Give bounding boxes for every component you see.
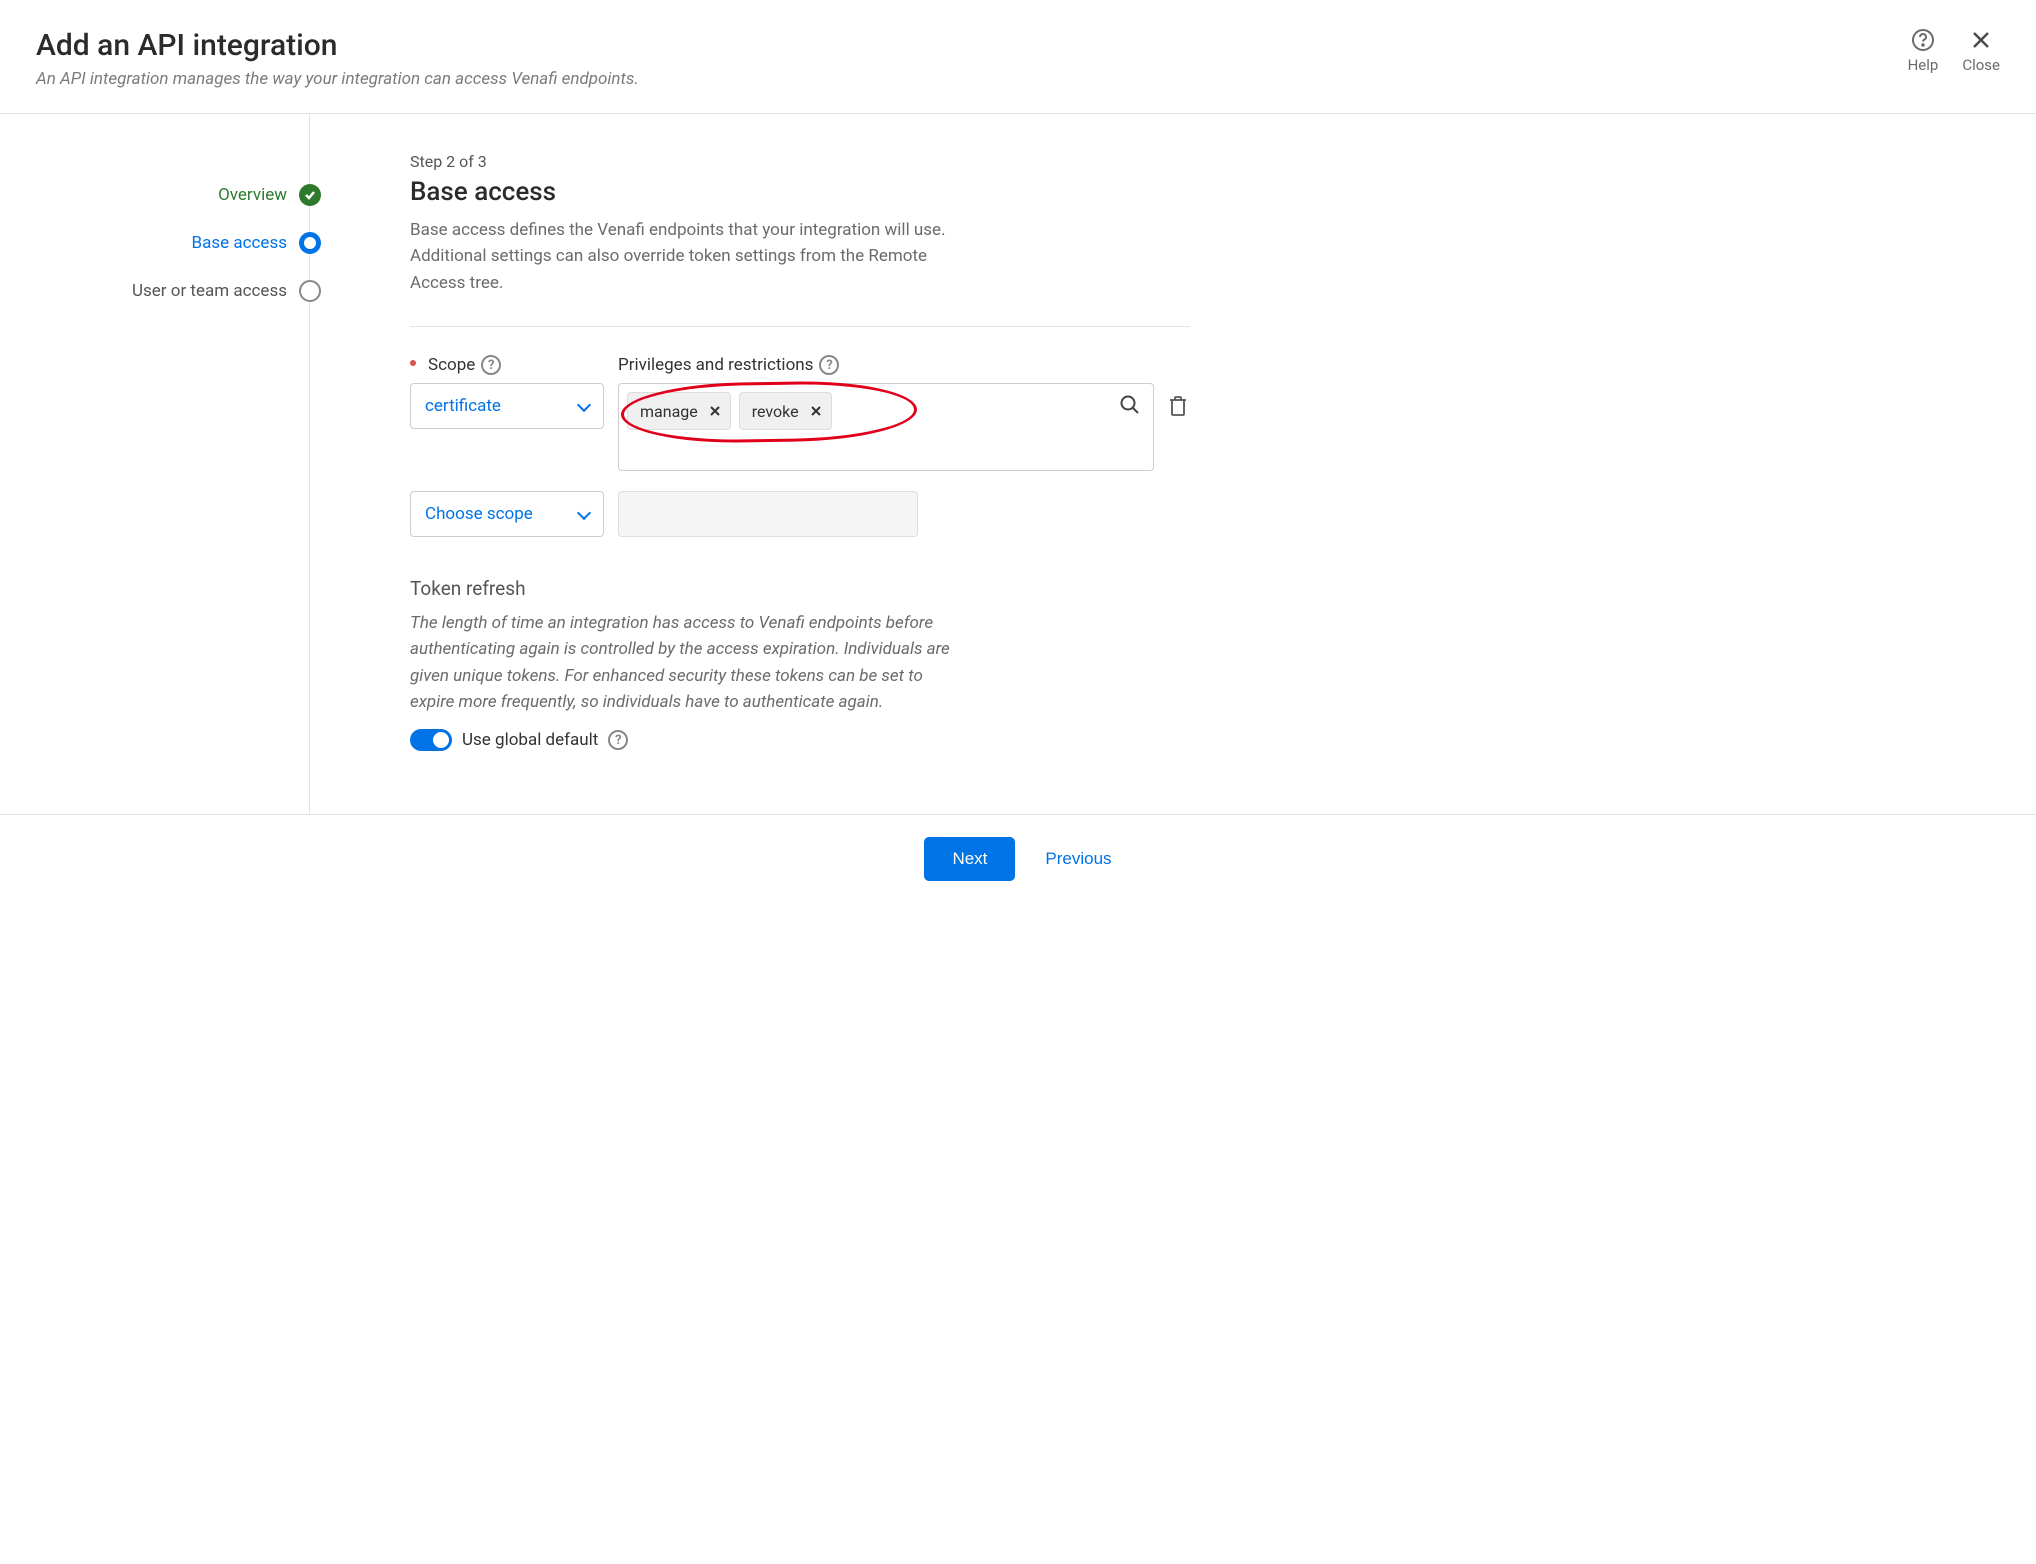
- page-subtitle: An API integration manages the way your …: [36, 69, 639, 89]
- field-labels-row: Scope ? Privileges and restrictions ?: [410, 355, 1190, 375]
- header-title-area: Add an API integration An API integratio…: [36, 28, 639, 89]
- section-description: Base access defines the Venafi endpoints…: [410, 217, 950, 296]
- scope-value: Choose scope: [425, 504, 533, 524]
- privileges-input-disabled: [618, 491, 918, 537]
- tag-remove-icon[interactable]: [708, 404, 722, 418]
- chevron-down-icon: [577, 400, 589, 412]
- privileges-input[interactable]: manage revoke: [618, 383, 1154, 471]
- tag-revoke: revoke: [739, 392, 832, 430]
- scope-help-icon[interactable]: ?: [481, 355, 501, 375]
- close-icon: [1969, 28, 1993, 52]
- privileges-help-icon[interactable]: ?: [819, 355, 839, 375]
- scope-row: Choose scope: [410, 491, 1190, 537]
- main-content: Step 2 of 3 Base access Base access defi…: [310, 114, 1190, 814]
- scope-label-group: Scope ?: [410, 355, 604, 375]
- scope-select[interactable]: certificate: [410, 383, 604, 429]
- scope-row: certificate manage revoke: [410, 383, 1190, 471]
- toggle-label: Use global default: [462, 730, 598, 750]
- step-current-icon: [299, 232, 321, 254]
- step-overview[interactable]: Overview: [0, 184, 309, 206]
- toggle-help-icon[interactable]: ?: [608, 730, 628, 750]
- help-icon: [1911, 28, 1935, 52]
- privileges-label: Privileges and restrictions: [618, 355, 813, 375]
- step-label: Overview: [218, 185, 287, 205]
- scope-select[interactable]: Choose scope: [410, 491, 604, 537]
- section-heading: Base access: [410, 177, 1190, 207]
- step-label: User or team access: [132, 281, 287, 301]
- tag-label: revoke: [752, 402, 799, 421]
- scope-label: Scope: [428, 355, 475, 375]
- search-icon[interactable]: [1119, 394, 1141, 416]
- step-user-team-access[interactable]: User or team access: [0, 280, 309, 302]
- step-upcoming-icon: [299, 280, 321, 302]
- global-default-toggle[interactable]: [410, 729, 452, 751]
- divider: [410, 326, 1190, 327]
- close-label: Close: [1962, 56, 2000, 74]
- privileges-label-group: Privileges and restrictions ?: [618, 355, 1190, 375]
- header: Add an API integration An API integratio…: [0, 0, 2036, 114]
- page-title: Add an API integration: [36, 28, 639, 63]
- body: Overview Base access User or team access…: [0, 114, 2036, 814]
- previous-button[interactable]: Previous: [1045, 849, 1111, 869]
- toggle-row: Use global default ?: [410, 729, 1190, 751]
- required-indicator: [410, 360, 416, 366]
- token-refresh-description: The length of time an integration has ac…: [410, 610, 950, 715]
- tag-remove-icon[interactable]: [809, 404, 823, 418]
- delete-row-button[interactable]: [1168, 395, 1190, 417]
- help-label: Help: [1908, 56, 1939, 74]
- next-button[interactable]: Next: [924, 837, 1015, 881]
- footer: Next Previous: [0, 814, 2036, 921]
- header-actions: Help Close: [1908, 28, 2000, 74]
- wizard-steps-sidebar: Overview Base access User or team access: [0, 114, 310, 814]
- step-complete-icon: [299, 184, 321, 206]
- scope-value: certificate: [425, 396, 501, 416]
- step-base-access[interactable]: Base access: [0, 232, 309, 254]
- tag-label: manage: [640, 402, 698, 421]
- help-button[interactable]: Help: [1908, 28, 1939, 74]
- step-indicator: Step 2 of 3: [410, 152, 1190, 171]
- close-button[interactable]: Close: [1962, 28, 2000, 74]
- chevron-down-icon: [577, 508, 589, 520]
- step-label: Base access: [192, 233, 287, 253]
- token-refresh-heading: Token refresh: [410, 577, 1190, 600]
- tag-manage: manage: [627, 392, 731, 430]
